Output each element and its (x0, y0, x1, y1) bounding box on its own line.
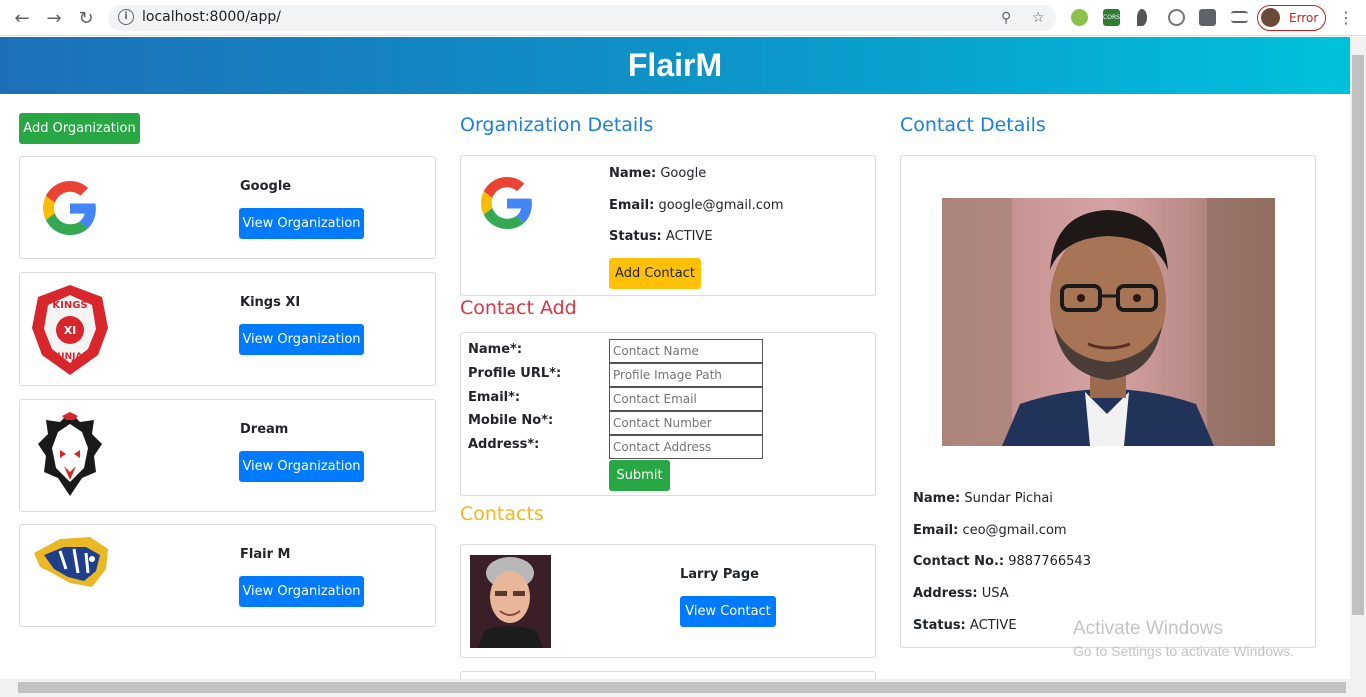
punjab-logo-text: PUNJAB (51, 352, 90, 362)
contact-phone-value: 9887766543 (1008, 554, 1091, 569)
contact-add-form: Name*: Profile URL*: Email*: Mobile No*:… (460, 332, 876, 496)
xi-logo-text: XI (64, 324, 77, 337)
horizontal-scrollbar[interactable] (0, 679, 1366, 697)
organization-details-card: Name: Google Email: google@gmail.com Sta… (460, 155, 876, 296)
contact-card: Larry Page View Contact (460, 544, 876, 658)
contact-add-title: Contact Add (460, 297, 577, 319)
contact-name-line: Name: Sundar Pichai (913, 491, 1053, 506)
lion-logo-icon (38, 412, 102, 496)
profile-status: Error (1289, 11, 1319, 25)
vertical-scroll-thumb[interactable] (1352, 55, 1364, 615)
contact-number-input[interactable] (609, 411, 763, 435)
check-extension-icon[interactable] (1168, 9, 1185, 26)
reload-icon[interactable]: ↻ (74, 6, 98, 30)
email-field-label: Email*: (468, 390, 521, 405)
site-info-icon[interactable]: i (118, 9, 134, 25)
contact-status-value: ACTIVE (969, 618, 1017, 633)
extension-icon[interactable] (1071, 9, 1088, 26)
pin-extension-icon[interactable] (1137, 9, 1147, 26)
horizontal-scroll-thumb[interactable] (18, 682, 1346, 693)
browser-toolbar: ← → ↻ i localhost:8000/app/ ⚲ ☆ CORS Err… (0, 0, 1366, 36)
profile-image-input[interactable] (609, 363, 763, 387)
url-text[interactable]: localhost:8000/app/ (142, 9, 281, 25)
view-organization-button[interactable]: View Organization (239, 208, 364, 239)
name-field-label: Name*: (468, 342, 523, 357)
org-status-value: ACTIVE (665, 229, 713, 244)
contact-profile-photo (942, 198, 1275, 446)
contact-phone-label: Contact No.: (913, 554, 1005, 569)
back-icon[interactable]: ← (10, 6, 34, 30)
zoom-icon[interactable]: ⚲ (1001, 10, 1011, 26)
org-name: Kings XI (240, 295, 301, 310)
add-organization-button[interactable]: Add Organization (19, 113, 140, 144)
contact-status-label: Status: (913, 618, 966, 633)
contact-details-card: Name: Sundar Pichai Email: ceo@gmail.com… (900, 155, 1316, 648)
forward-icon[interactable]: → (42, 6, 66, 30)
activate-windows-title: Activate Windows (1073, 618, 1223, 639)
app-title: FlairM (627, 47, 723, 83)
google-logo-icon (43, 181, 96, 235)
contact-name-input[interactable] (609, 339, 763, 363)
contact-name-value: Sundar Pichai (964, 491, 1053, 506)
view-organization-button[interactable]: View Organization (239, 451, 364, 482)
address-bar[interactable]: i localhost:8000/app/ ⚲ ☆ (108, 5, 1056, 31)
profile-button[interactable]: Error (1257, 5, 1326, 31)
org-card: Flair M View Organization (19, 524, 436, 627)
google-logo-icon (481, 177, 532, 229)
avatar (1261, 8, 1280, 27)
org-card: Dream View Organization (19, 399, 436, 512)
view-organization-button[interactable]: View Organization (239, 576, 364, 607)
menu-kebab-icon[interactable]: ⋮ (1338, 8, 1354, 27)
contact-name-label: Name: (913, 491, 961, 506)
bookmark-star-icon[interactable]: ☆ (1032, 10, 1045, 26)
submit-button[interactable]: Submit (609, 460, 670, 491)
org-email-line: Email: google@gmail.com (609, 198, 783, 213)
org-email-label: Email: (609, 198, 655, 213)
contact-email-value: ceo@gmail.com (962, 523, 1067, 538)
contact-address-label: Address: (913, 586, 978, 601)
view-organization-button[interactable]: View Organization (239, 324, 364, 355)
org-name: Google (240, 179, 292, 194)
org-status-label: Status: (609, 229, 662, 244)
tiger-logo-icon (34, 537, 108, 587)
address-field-label: Address*: (468, 437, 540, 452)
organization-details-title: Organization Details (460, 114, 654, 136)
contact-name: Larry Page (680, 567, 759, 582)
media-control-icon[interactable] (1231, 11, 1248, 23)
cors-extension-icon[interactable]: CORS (1103, 9, 1120, 26)
vertical-scrollbar[interactable] (1350, 37, 1366, 681)
contact-phone-line: Contact No.: 9887766543 (913, 554, 1091, 569)
org-name-value: Google (660, 166, 707, 181)
org-card: Google View Organization (19, 156, 436, 259)
contact-email-label: Email: (913, 523, 959, 538)
contact-address-line: Address: USA (913, 586, 1009, 601)
add-contact-button[interactable]: Add Contact (609, 258, 701, 289)
view-contact-button[interactable]: View Contact (680, 596, 776, 627)
org-status-line: Status: ACTIVE (609, 229, 713, 244)
org-name: Flair M (240, 547, 291, 562)
org-card: KINGS XI PUNJAB Kings XI View Organizati… (19, 272, 436, 386)
extensions-puzzle-icon[interactable] (1199, 9, 1216, 26)
contact-address-value: USA (981, 586, 1009, 601)
mobile-field-label: Mobile No*: (468, 413, 554, 428)
contact-details-title: Contact Details (900, 114, 1046, 136)
contact-email-line: Email: ceo@gmail.com (913, 523, 1067, 538)
contacts-title: Contacts (460, 503, 544, 525)
app-header: FlairM (0, 37, 1350, 94)
org-name-line: Name: Google (609, 166, 706, 181)
contact-email-input[interactable] (609, 387, 763, 411)
org-name: Dream (240, 422, 289, 437)
activate-windows-subtitle: Go to Settings to activate Windows. (1073, 643, 1294, 659)
org-name-label: Name: (609, 166, 657, 181)
kings-logo-text: KINGS (52, 300, 87, 311)
contact-address-input[interactable] (609, 435, 763, 459)
kings-xi-logo-icon: KINGS XI PUNJAB (32, 285, 108, 375)
contact-status-line: Status: ACTIVE (913, 618, 1017, 633)
profile-url-field-label: Profile URL*: (468, 366, 562, 381)
org-email-value: google@gmail.com (658, 198, 784, 213)
contact-photo (470, 555, 551, 648)
